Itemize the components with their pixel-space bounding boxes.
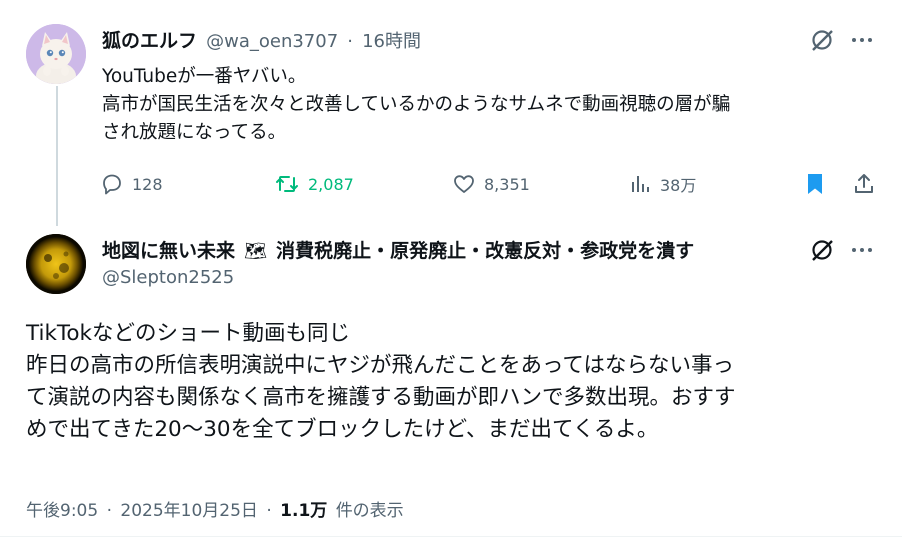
tweet2-date[interactable]: 2025年10月25日 xyxy=(120,501,258,521)
tweet2-text-line: TikTokなどのショート動画も同じ xyxy=(26,321,350,346)
like-icon xyxy=(454,175,474,193)
tweet1-text-line: 高市が国民生活を次々と改善しているかのようなサムネで動画視聴の層が騙 xyxy=(102,94,731,115)
tweet1-header: 狐のエルフ @wa_oen3707 · 16時間 xyxy=(102,26,421,53)
reply-icon xyxy=(103,174,121,195)
tweet2-meta-separator: · xyxy=(266,501,272,521)
tweet2-display-name-suffix[interactable]: 消費税廃止・原発廃止・改憲反対・参政党を潰す xyxy=(276,240,694,262)
more-icon xyxy=(852,248,872,252)
tweet1-text-line: され放題になってる。 xyxy=(102,122,287,143)
tweet2-time[interactable]: 午後9:05 xyxy=(26,501,98,521)
tweet1-display-name[interactable]: 狐のエルフ xyxy=(102,30,197,52)
tweet1-separator: · xyxy=(347,31,353,52)
tweet2-grok-button[interactable] xyxy=(806,234,838,266)
tweet2-more-button[interactable] xyxy=(846,234,878,266)
tweet2-header: 地図に無い未来 🗺 消費税廃止・原発廃止・改憲反対・参政党を潰す xyxy=(102,236,694,263)
reply-count: 128 xyxy=(132,174,163,194)
map-emoji-icon: 🗺 xyxy=(244,241,267,262)
share-icon xyxy=(855,174,873,193)
like-button[interactable]: 8,351 xyxy=(452,170,530,198)
share-button[interactable] xyxy=(852,170,876,198)
retweet-count: 2,087 xyxy=(308,174,354,194)
tweet1-time[interactable]: 16時間 xyxy=(362,31,421,52)
retweet-icon xyxy=(276,176,298,192)
reply-button[interactable]: 128 xyxy=(100,170,163,198)
tweet1-grok-button[interactable] xyxy=(806,24,838,56)
like-count: 8,351 xyxy=(484,174,530,194)
tweet2-text: TikTokなどのショート動画も同じ 昨日の高市の所信表明演説中にヤジが飛んだこ… xyxy=(26,318,886,446)
views-count: 38万 xyxy=(660,176,697,195)
tweet2-text-line: て演説の内容も関係なく高市を擁護する動画が即ハンで多数出現。おすす xyxy=(26,385,736,410)
tweet2-meta-separator: · xyxy=(106,501,112,521)
grok-icon xyxy=(812,240,833,261)
bottom-divider xyxy=(0,536,902,537)
cat-avatar-image xyxy=(26,24,86,84)
tweet1-handle[interactable]: @wa_oen3707 xyxy=(206,31,338,52)
grok-icon xyxy=(812,30,833,51)
tweet1-text-line: YouTubeが一番ヤバい。 xyxy=(102,66,307,87)
more-icon xyxy=(852,38,872,42)
bookmark-icon xyxy=(808,174,822,194)
views-icon xyxy=(632,176,649,192)
tweet2-text-line: めで出てきた20〜30を全てブロックしたけど、まだ出てくるよ。 xyxy=(26,417,659,442)
tweet1-more-button[interactable] xyxy=(846,24,878,56)
avatar-fox-elf[interactable] xyxy=(26,24,86,84)
tweet2-display-name[interactable]: 地図に無い未来 xyxy=(102,240,235,262)
tweet2-meta: 午後9:05 · 2025年10月25日 · 1.1万 件の表示 xyxy=(26,496,404,521)
sun-avatar-image xyxy=(26,234,86,294)
retweet-button[interactable]: 2,087 xyxy=(274,170,354,198)
thread-connector-line xyxy=(56,86,58,226)
tweet1-text: YouTubeが一番ヤバい。 高市が国民生活を次々と改善しているかのようなサムネ… xyxy=(102,63,872,147)
tweet2-handle[interactable]: @Slepton2525 xyxy=(102,267,234,288)
avatar-sun[interactable] xyxy=(26,234,86,294)
bookmark-button[interactable] xyxy=(804,170,826,198)
tweet1-action-bar: 128 2,087 8,351 38万 xyxy=(100,170,880,198)
tweet2-views-count: 1.1万 xyxy=(280,501,328,521)
tweet2-views-label: 件の表示 xyxy=(335,501,404,521)
tweet2-text-line: 昨日の高市の所信表明演説中にヤジが飛んだことをあってはならない事っ xyxy=(26,353,734,378)
views-button[interactable]: 38万 xyxy=(628,170,696,198)
